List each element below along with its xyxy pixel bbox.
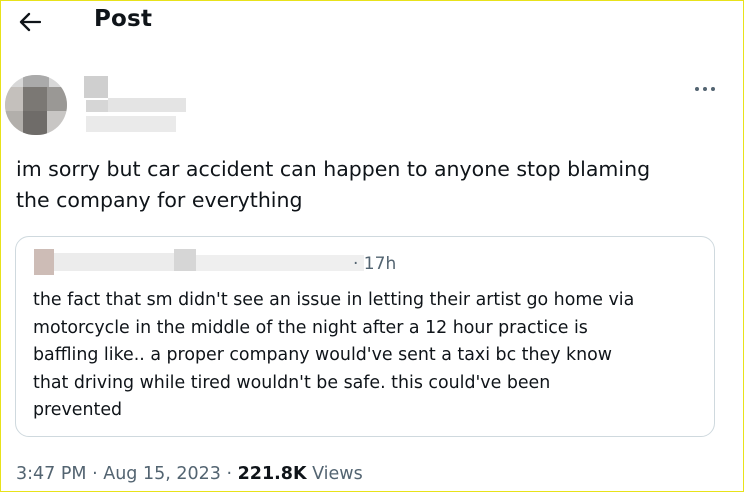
- more-horizontal-icon: [695, 87, 715, 91]
- quoted-post-text: the fact that sm didn't see an issue in …: [33, 287, 703, 425]
- quoted-text-line: motorcycle in the middle of the night af…: [33, 317, 588, 338]
- quoted-text-line: baffling like.. a proper company would'v…: [33, 345, 612, 365]
- quoted-text-line: prevented: [33, 400, 123, 420]
- quoted-author-redacted: [34, 249, 364, 275]
- page-title: Post: [94, 6, 153, 32]
- quoted-text-line: the fact that sm didn't see an issue in …: [33, 290, 635, 310]
- top-bar: Post: [0, 0, 744, 44]
- author-avatar[interactable]: [5, 75, 67, 135]
- back-button[interactable]: [14, 8, 46, 36]
- post-text: im sorry but car accident can happen to …: [16, 154, 716, 216]
- views-label: Views: [306, 464, 363, 484]
- author-name-redacted[interactable]: [80, 76, 186, 134]
- post-text-line: im sorry but car accident can happen to …: [16, 157, 651, 181]
- post-time[interactable]: 3:47 PM: [16, 464, 87, 484]
- views-count: 221.8K: [237, 464, 307, 484]
- more-options-button[interactable]: [690, 78, 720, 100]
- separator: ·: [220, 464, 238, 484]
- post-meta: 3:47 PM · Aug 15, 2023 · 221.8K Views: [16, 464, 363, 484]
- quoted-text-line: that driving while tired wouldn't be saf…: [33, 372, 551, 393]
- arrow-left-icon: [19, 12, 41, 32]
- quoted-post-time: · 17h: [353, 254, 397, 274]
- quoted-post-card[interactable]: · 17h the fact that sm didn't see an iss…: [15, 236, 715, 437]
- post-date[interactable]: Aug 15, 2023: [103, 464, 221, 484]
- post-text-line: the company for everything: [16, 188, 303, 212]
- separator: ·: [86, 464, 104, 484]
